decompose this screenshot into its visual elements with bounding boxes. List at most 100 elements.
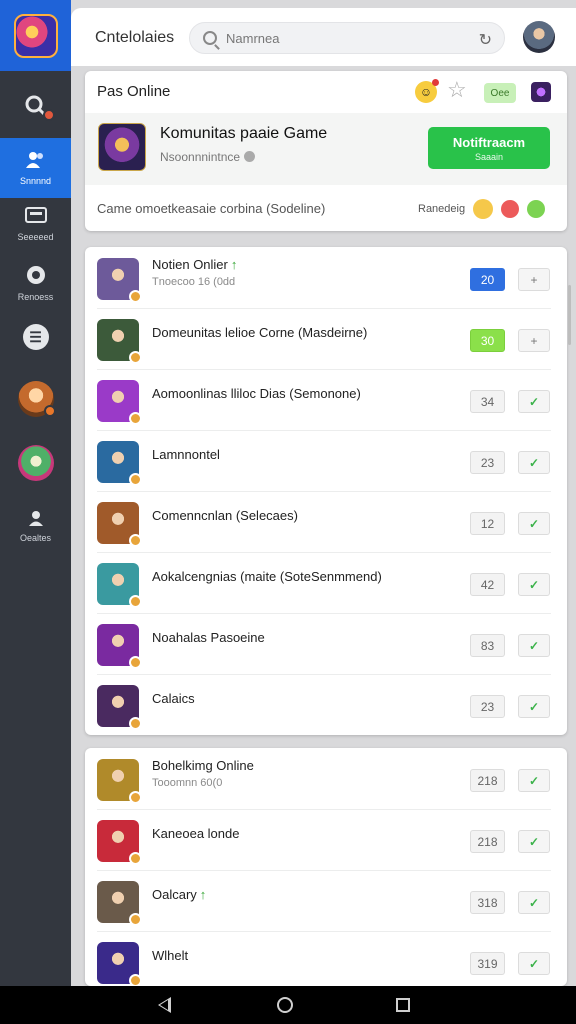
list-item-title-text: Oalcary [152, 887, 197, 902]
list-item-title: Kaneoea londe [152, 826, 239, 841]
status-dot [43, 405, 56, 417]
rail-item-label: Oealtes [19, 533, 52, 543]
rail-item-avatar-1[interactable] [0, 381, 71, 421]
rail-item-avatar-2[interactable] [0, 445, 71, 485]
list-item[interactable]: Domeunitas lelioe Corne (Masdeirne) 30 + [85, 308, 567, 369]
app-logo-tile[interactable] [0, 0, 71, 71]
rail-item-compass[interactable]: Renoess [0, 264, 71, 304]
heart-icon[interactable] [501, 200, 520, 218]
check-button[interactable]: ✓ [518, 891, 550, 914]
list-item-title: Calaics [152, 691, 195, 706]
list-item-title: Bohelkimg Online [152, 758, 254, 773]
check-button[interactable]: ✓ [518, 769, 550, 792]
trend-up-icon: ↑ [199, 887, 207, 902]
online-icon[interactable] [527, 200, 546, 218]
list-item[interactable]: Bohelkimg Online Tooomnn 60(0 218 ✓ [85, 748, 567, 809]
notification-dot [42, 109, 55, 121]
list-item-title: Lamnnontel [152, 447, 220, 462]
game-thumbnail [97, 258, 142, 303]
list-item[interactable]: Lamnnontel 23 ✓ [85, 430, 567, 491]
list-item[interactable]: Notien Onlier ↑ Tnoecoo 16 (0dd 20 + [85, 247, 567, 308]
badge-icon [129, 717, 142, 730]
user-avatar[interactable] [523, 21, 555, 53]
count-badge: 30 [470, 329, 505, 352]
featured-subtitle-text: Nsoonnnintnce [160, 150, 241, 164]
check-button[interactable]: ✓ [518, 830, 550, 853]
game-thumbnail [97, 380, 142, 425]
rail-search[interactable] [0, 84, 71, 128]
avatar [17, 445, 54, 481]
count-badge: 23 [470, 451, 505, 474]
list-item-title: Aomoonlinas lliloc Dias (Semonone) [152, 386, 361, 401]
page-title: Cntelolaies [95, 29, 175, 46]
list-item-title-text: Comenncnlan (Selecaes) [152, 508, 298, 523]
info-icon [244, 151, 256, 162]
badge-icon [129, 852, 142, 865]
check-button[interactable]: ✓ [518, 451, 550, 474]
search-icon [23, 93, 55, 121]
count-badge: 318 [470, 891, 505, 914]
game-thumbnail [97, 942, 142, 987]
check-button[interactable]: ✓ [518, 952, 550, 975]
notify-button[interactable]: Notiftraacm Saaain [428, 127, 550, 169]
list-item[interactable]: Aokalcengnias (maite (SoteSenmmend) 42 ✓ [85, 552, 567, 613]
check-button[interactable]: ✓ [518, 512, 550, 535]
scrollbar[interactable] [568, 285, 571, 345]
star-icon[interactable]: ☆ [447, 77, 467, 103]
online-card: Pas Online ☺ ☆ Oee Komunitas paaie Game … [85, 71, 567, 231]
emoji-icon[interactable]: ☺ [415, 79, 439, 103]
rail-item-social[interactable]: Snnnnd [0, 138, 71, 198]
list-item[interactable]: Wlhelt 319 ✓ [85, 931, 567, 992]
list-item[interactable]: Comenncnlan (Selecaes) 12 ✓ [85, 491, 567, 552]
list-item-title-text: Aomoonlinas lliloc Dias (Semonone) [152, 386, 361, 401]
list-item[interactable]: Noahalas Pasoeine 83 ✓ [85, 613, 567, 674]
check-button[interactable]: ✓ [518, 390, 550, 413]
rail-item-label: Renoess [17, 292, 54, 302]
featured-game[interactable]: Komunitas paaie Game Nsoonnnintnce Notif… [85, 113, 567, 185]
check-button[interactable]: ✓ [518, 573, 550, 596]
badge-icon [129, 290, 142, 303]
list-item[interactable]: Kaneoea londe 218 ✓ [85, 809, 567, 870]
check-button[interactable]: ✓ [518, 634, 550, 657]
rail-item-profile[interactable]: Oealtes [0, 509, 71, 549]
list-item[interactable]: Oalcary ↑ 318 ✓ [85, 870, 567, 931]
rail-item-label: Seeeeed [17, 232, 54, 242]
recents-icon[interactable] [396, 998, 410, 1012]
rail-item-chat[interactable]: ☰ [0, 324, 71, 354]
list-item-title: Aokalcengnias (maite (SoteSenmmend) [152, 569, 382, 584]
game-list-secondary: Bohelkimg Online Tooomnn 60(0 218 ✓ Kaneoea … [85, 748, 567, 987]
list-item-title-text: Domeunitas lelioe Corne (Masdeirne) [152, 325, 368, 340]
game-icon[interactable] [531, 82, 551, 102]
back-icon[interactable] [158, 997, 171, 1013]
trend-up-icon: ↑ [230, 257, 238, 272]
refresh-icon[interactable]: ↻ [479, 30, 492, 50]
add-button[interactable]: + [518, 329, 550, 352]
search-bar[interactable]: ↻ [189, 22, 505, 54]
count-badge: 20 [470, 268, 505, 291]
featured-title: Komunitas paaie Game [160, 125, 328, 142]
count-badge: 218 [470, 830, 505, 853]
badge-icon [129, 473, 142, 486]
check-button[interactable]: ✓ [518, 695, 550, 718]
list-item[interactable]: Aomoonlinas lliloc Dias (Semonone) 34 ✓ [85, 369, 567, 430]
badge-icon [129, 656, 142, 669]
count-badge: 218 [470, 769, 505, 792]
game-thumbnail [97, 685, 142, 730]
badge-icon [129, 412, 142, 425]
search-input[interactable] [226, 30, 466, 46]
rail-item-monitor[interactable]: Seeeeed [0, 206, 71, 246]
list-item-title: Notien Onlier ↑ [152, 257, 237, 272]
game-thumbnail [98, 123, 146, 171]
add-button[interactable]: + [518, 268, 550, 291]
list-item[interactable]: Calaics 23 ✓ [85, 674, 567, 735]
users-icon [24, 150, 48, 172]
smile-icon[interactable] [473, 199, 494, 219]
list-item-title: Wlhelt [152, 948, 188, 963]
home-icon[interactable] [277, 997, 293, 1013]
avatar [17, 381, 56, 417]
count-badge: 12 [470, 512, 505, 535]
list-item-title-text: Aokalcengnias (maite (SoteSenmmend) [152, 569, 382, 584]
game-thumbnail [97, 502, 142, 547]
search-icon [203, 31, 217, 45]
reactions-label: Ranedeig [418, 203, 466, 215]
